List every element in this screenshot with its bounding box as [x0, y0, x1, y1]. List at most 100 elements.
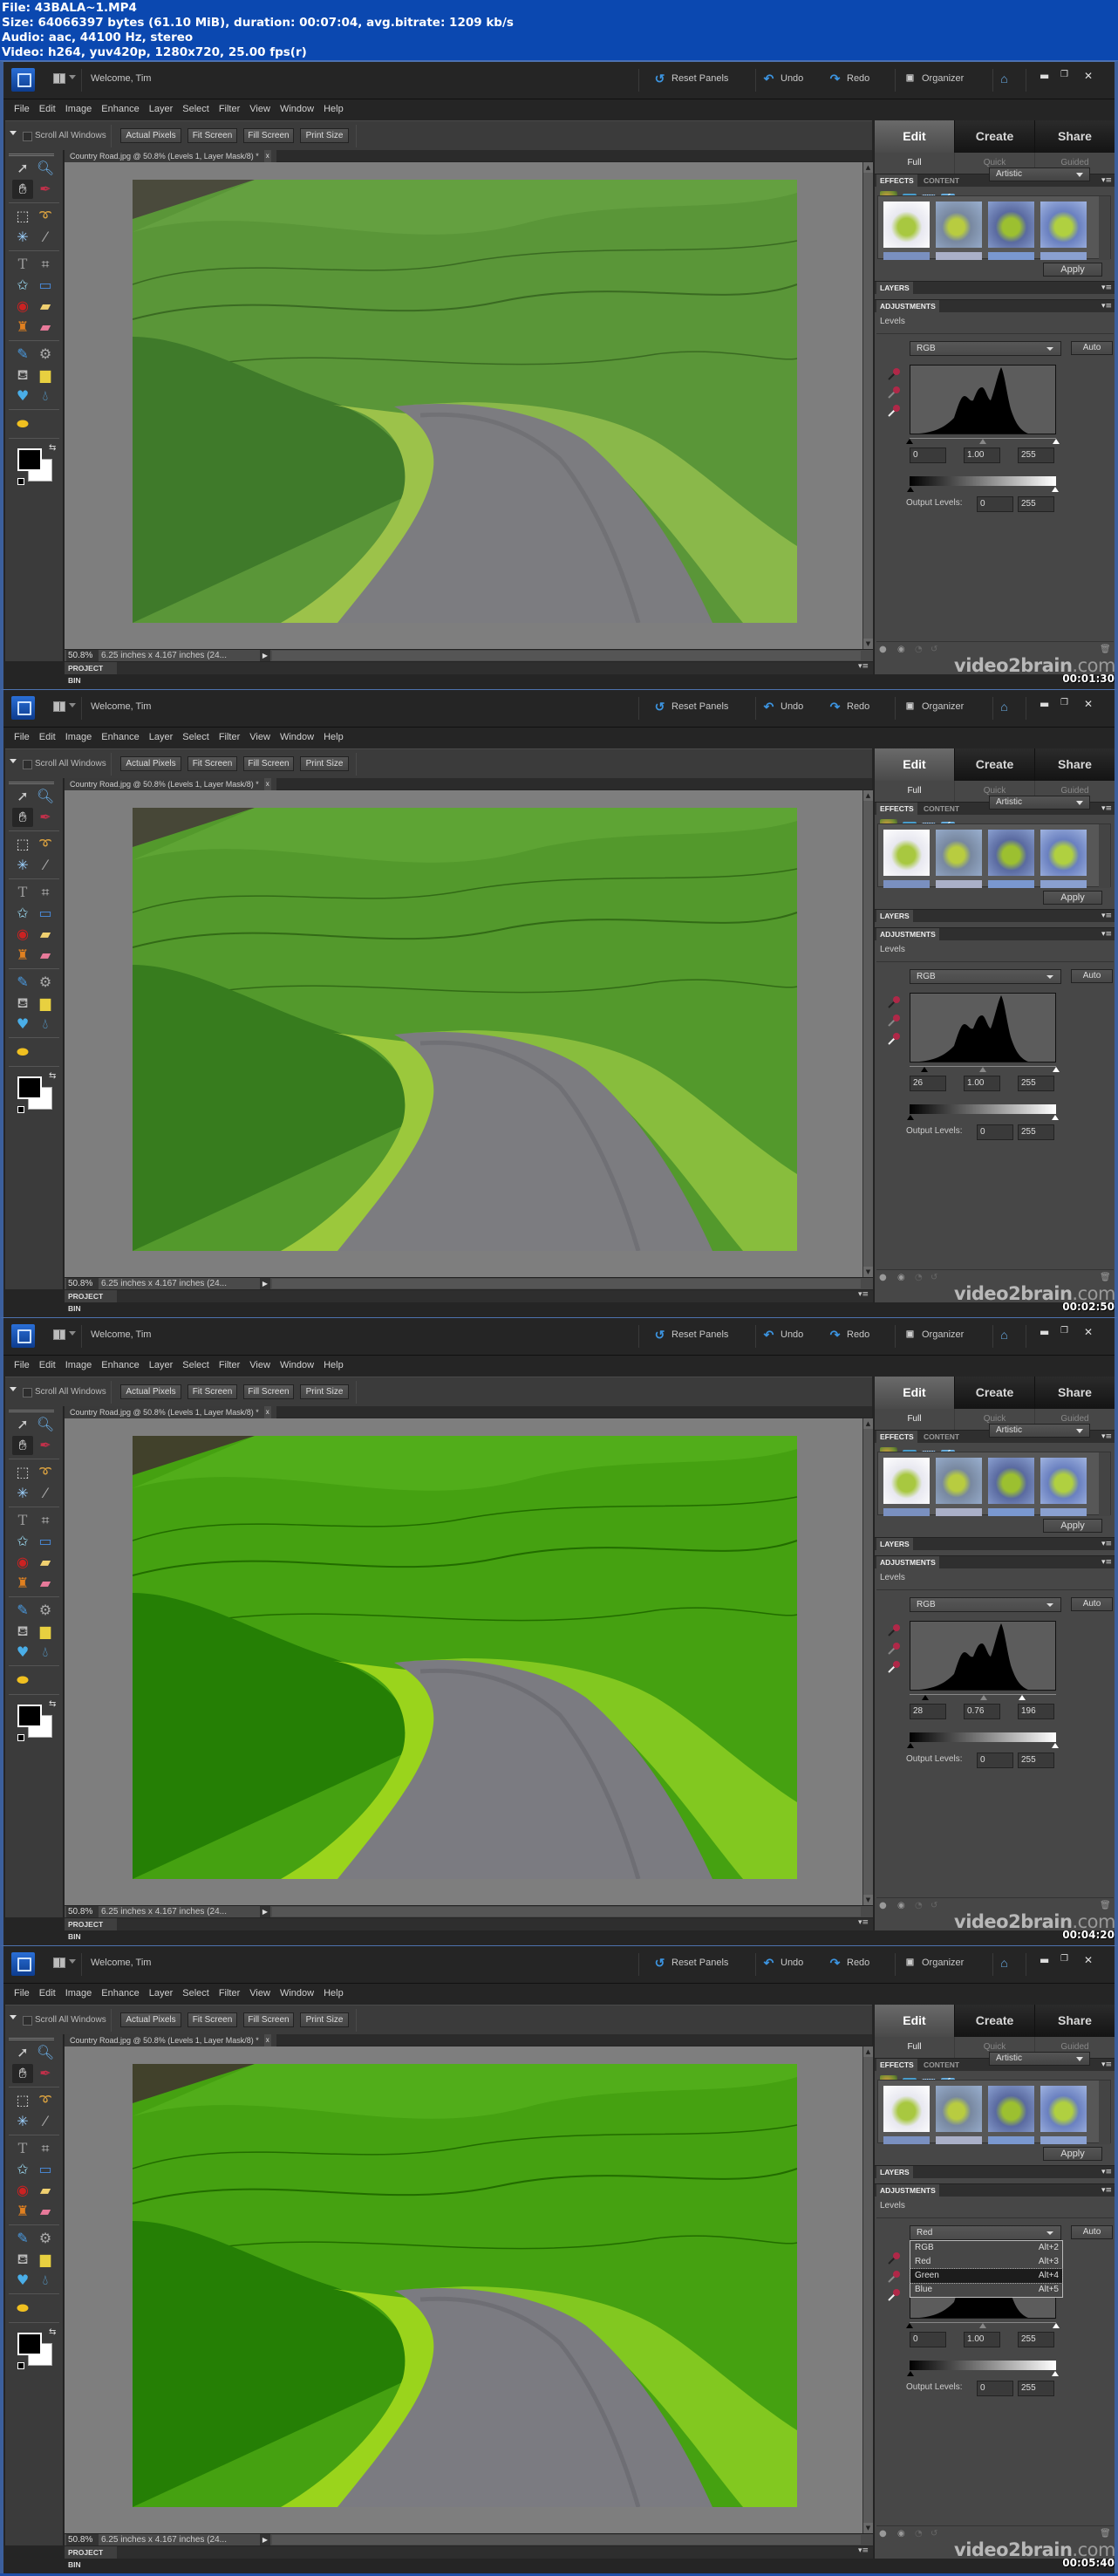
chevron-down-icon[interactable]	[69, 75, 76, 79]
channel-dropdown[interactable]: RGB	[910, 1597, 1061, 1612]
undo-button[interactable]: ↶ Undo	[762, 1329, 804, 1341]
menu-filter[interactable]: Filter	[215, 728, 246, 748]
output-white-field[interactable]: 255	[1018, 1124, 1054, 1140]
effect-thumbnail[interactable]	[936, 830, 982, 876]
effect-thumbnail[interactable]	[988, 1508, 1034, 1516]
sponge-tool-icon[interactable]: ⬬	[12, 414, 33, 434]
effect-thumbnail[interactable]	[883, 252, 930, 260]
tab-content[interactable]: CONTENT	[920, 1431, 963, 1444]
output-black-field[interactable]: 0	[977, 1753, 1013, 1768]
effects-category-dropdown[interactable]: Artistic	[989, 796, 1090, 810]
effect-thumbnail[interactable]	[936, 880, 982, 888]
vertical-scrollbar[interactable]: ▲ ▼	[862, 2046, 873, 2533]
eyedropper-tool-icon[interactable]: ✒︎	[35, 2064, 56, 2083]
sponge-tool-icon[interactable]: ⬬	[12, 1671, 33, 1690]
trash-icon[interactable]: 🗑︎	[1100, 1273, 1111, 1282]
tab-layers[interactable]: LAYERS	[876, 1538, 913, 1551]
organizer-button[interactable]: ▣ Organizer	[903, 1329, 965, 1341]
healing-brush-tool-icon[interactable]: ▰	[35, 925, 56, 944]
input-gamma-handle[interactable]	[979, 2323, 986, 2328]
panel-menu-icon[interactable]: ▾≡	[1101, 2166, 1112, 2179]
tab-layers[interactable]: LAYERS	[876, 910, 913, 923]
input-white-field[interactable]: 196	[1018, 1704, 1054, 1719]
menu-enhance[interactable]: Enhance	[98, 1356, 145, 1376]
zoom-tool-icon[interactable]: 🔍︎	[35, 787, 56, 806]
document-tab[interactable]: Country Road.jpg @ 50.8% (Levels 1, Laye…	[65, 1406, 276, 1418]
panel-menu-icon[interactable]: ▾≡	[858, 662, 869, 671]
document-tab[interactable]: Country Road.jpg @ 50.8% (Levels 1, Laye…	[65, 150, 276, 162]
scroll-all-windows-checkbox[interactable]	[23, 760, 32, 769]
magic-wand-tool-icon[interactable]: ✳︎	[12, 2112, 33, 2131]
input-gamma-field[interactable]: 1.00	[964, 448, 1000, 463]
close-document-icon[interactable]: x	[263, 778, 271, 790]
hand-tool-icon[interactable]: ✋︎	[12, 1436, 33, 1455]
effect-thumbnail[interactable]	[883, 1458, 930, 1504]
organizer-button[interactable]: ▣ Organizer	[903, 700, 965, 713]
menu-view[interactable]: View	[246, 100, 276, 120]
fit-screen-button[interactable]: Fit Screen	[187, 128, 237, 143]
vertical-scrollbar[interactable]: ▲ ▼	[862, 162, 873, 649]
hand-tool-icon[interactable]: ✋︎	[12, 180, 33, 199]
menu-help[interactable]: Help	[320, 728, 350, 748]
marquee-tool-icon[interactable]: ⬚	[12, 1463, 33, 1482]
tab-content[interactable]: CONTENT	[920, 803, 963, 816]
status-menu-arrow-icon[interactable]: ▶	[260, 1278, 270, 1289]
undo-button[interactable]: ↶ Undo	[762, 700, 804, 713]
magic-wand-tool-icon[interactable]: ✳︎	[12, 228, 33, 247]
output-black-handle[interactable]	[907, 487, 914, 492]
effect-thumbnail[interactable]	[883, 202, 930, 248]
foreground-color-swatch[interactable]	[17, 448, 42, 471]
input-black-field[interactable]: 0	[910, 448, 946, 463]
horizontal-scrollbar[interactable]	[272, 1279, 861, 1288]
healing-brush-tool-icon[interactable]: ▰	[35, 1553, 56, 1572]
output-white-field[interactable]: 255	[1018, 1753, 1054, 1768]
reset-panels-button[interactable]: ↺ Reset Panels	[653, 72, 729, 85]
scroll-down-icon[interactable]: ▼	[863, 639, 873, 649]
project-bin-tab[interactable]: PROJECT BIN	[65, 1918, 117, 1941]
recompose-tool-icon[interactable]: ▭	[35, 276, 56, 295]
minimize-icon[interactable]: ▬	[1040, 70, 1049, 82]
fill-screen-button[interactable]: Fill Screen	[243, 1384, 294, 1399]
menu-file[interactable]: File	[10, 1356, 36, 1376]
recompose-tool-icon[interactable]: ▭	[35, 904, 56, 923]
panel-menu-icon[interactable]: ▾≡	[1101, 300, 1112, 313]
effects-scrollbar[interactable]	[1099, 824, 1110, 888]
close-icon[interactable]: ✕	[1084, 70, 1093, 82]
effects-scrollbar[interactable]	[1099, 196, 1110, 260]
print-size-button[interactable]: Print Size	[300, 1384, 349, 1399]
sponge-tool-icon[interactable]: ⬬	[12, 1042, 33, 1062]
output-white-handle[interactable]	[1052, 1743, 1059, 1748]
gradient-tool-icon[interactable]: ▆	[35, 1622, 56, 1641]
actual-pixels-button[interactable]: Actual Pixels	[120, 128, 181, 143]
minimize-icon[interactable]: ▬	[1040, 1954, 1049, 1966]
effect-thumbnail[interactable]	[988, 830, 1034, 876]
app-logo-icon[interactable]	[11, 1324, 35, 1348]
move-tool-icon[interactable]: ➚	[12, 159, 33, 178]
paint-bucket-tool-icon[interactable]: ⛾	[12, 2250, 33, 2269]
tab-content[interactable]: CONTENT	[920, 2059, 963, 2072]
input-white-field[interactable]: 255	[1018, 2332, 1054, 2347]
cookie-cutter-tool-icon[interactable]: ✩	[12, 276, 33, 295]
eraser-tool-icon[interactable]: ▰	[35, 318, 56, 337]
layout-icon[interactable]	[53, 73, 65, 84]
tab-full[interactable]: Full	[875, 1409, 955, 1430]
magic-wand-tool-icon[interactable]: ✳︎	[12, 1484, 33, 1503]
tab-adjustments[interactable]: ADJUSTMENTS	[876, 1556, 939, 1569]
foreground-color-swatch[interactable]	[17, 1705, 42, 1727]
brush-tool-icon[interactable]: ✎	[12, 345, 33, 364]
output-black-handle[interactable]	[907, 2371, 914, 2376]
restore-icon[interactable]: ❐	[1060, 1326, 1068, 1336]
minimize-icon[interactable]: ▬	[1040, 698, 1049, 710]
clip-to-layer-icon[interactable]: ●	[879, 1273, 887, 1282]
tab-share[interactable]: Share	[1035, 120, 1115, 153]
foreground-color-swatch[interactable]	[17, 2333, 42, 2355]
effect-thumbnail[interactable]	[1040, 202, 1087, 248]
swap-colors-icon[interactable]: ⇆	[49, 1071, 56, 1081]
lasso-tool-icon[interactable]: ➰︎	[35, 835, 56, 854]
marquee-tool-icon[interactable]: ⬚	[12, 207, 33, 226]
brush-tool-icon[interactable]: ✎	[12, 1601, 33, 1620]
toolbox-grip[interactable]	[9, 2038, 54, 2040]
effect-thumbnail[interactable]	[988, 2136, 1034, 2144]
blur-tool-icon[interactable]: 💧︎	[35, 2271, 56, 2290]
eyedropper-tool-icon[interactable]: ✒︎	[35, 808, 56, 827]
